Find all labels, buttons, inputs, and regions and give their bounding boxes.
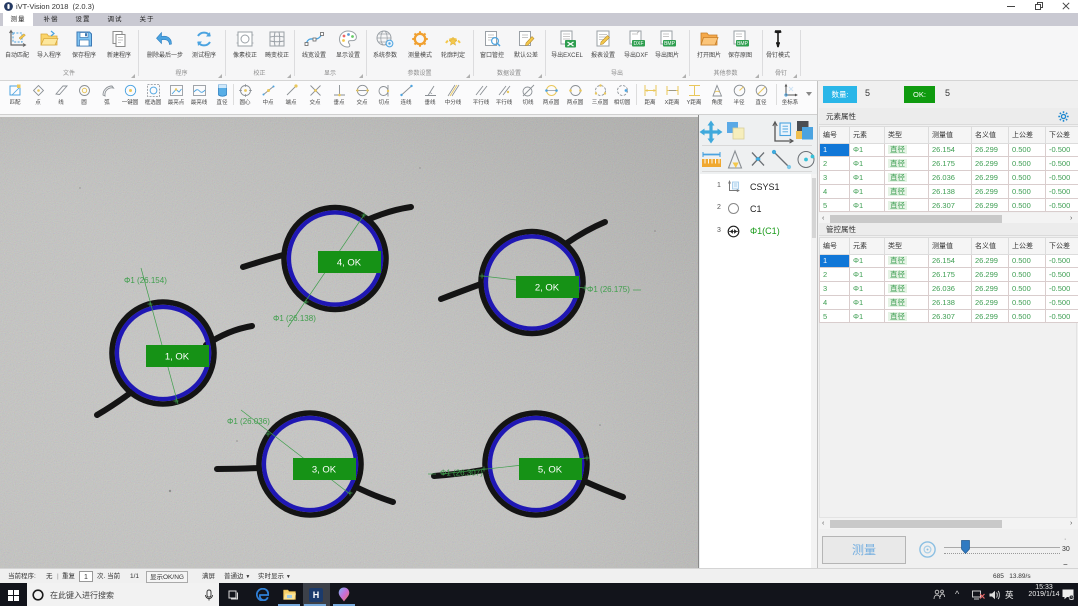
svg-text:5, OK: 5, OK <box>538 465 563 476</box>
svg-text:BMP: BMP <box>737 41 749 47</box>
svg-text:BMP: BMP <box>664 41 676 47</box>
svg-text:4, OK: 4, OK <box>337 258 362 269</box>
svg-text:Φ1 (26.154): Φ1 (26.154) <box>124 276 167 285</box>
svg-text:Φ1 (26.307): Φ1 (26.307) <box>440 469 483 478</box>
svg-text:DXF: DXF <box>634 41 644 47</box>
svg-text:Φ1 (26.175): Φ1 (26.175) <box>587 285 630 294</box>
svg-text:2, OK: 2, OK <box>535 283 560 294</box>
svg-text:3, OK: 3, OK <box>312 465 337 476</box>
svg-text:1, OK: 1, OK <box>165 352 190 363</box>
svg-text:Φ1 (26.138): Φ1 (26.138) <box>273 314 316 323</box>
svg-text:Φ1 (26.036): Φ1 (26.036) <box>227 417 270 426</box>
